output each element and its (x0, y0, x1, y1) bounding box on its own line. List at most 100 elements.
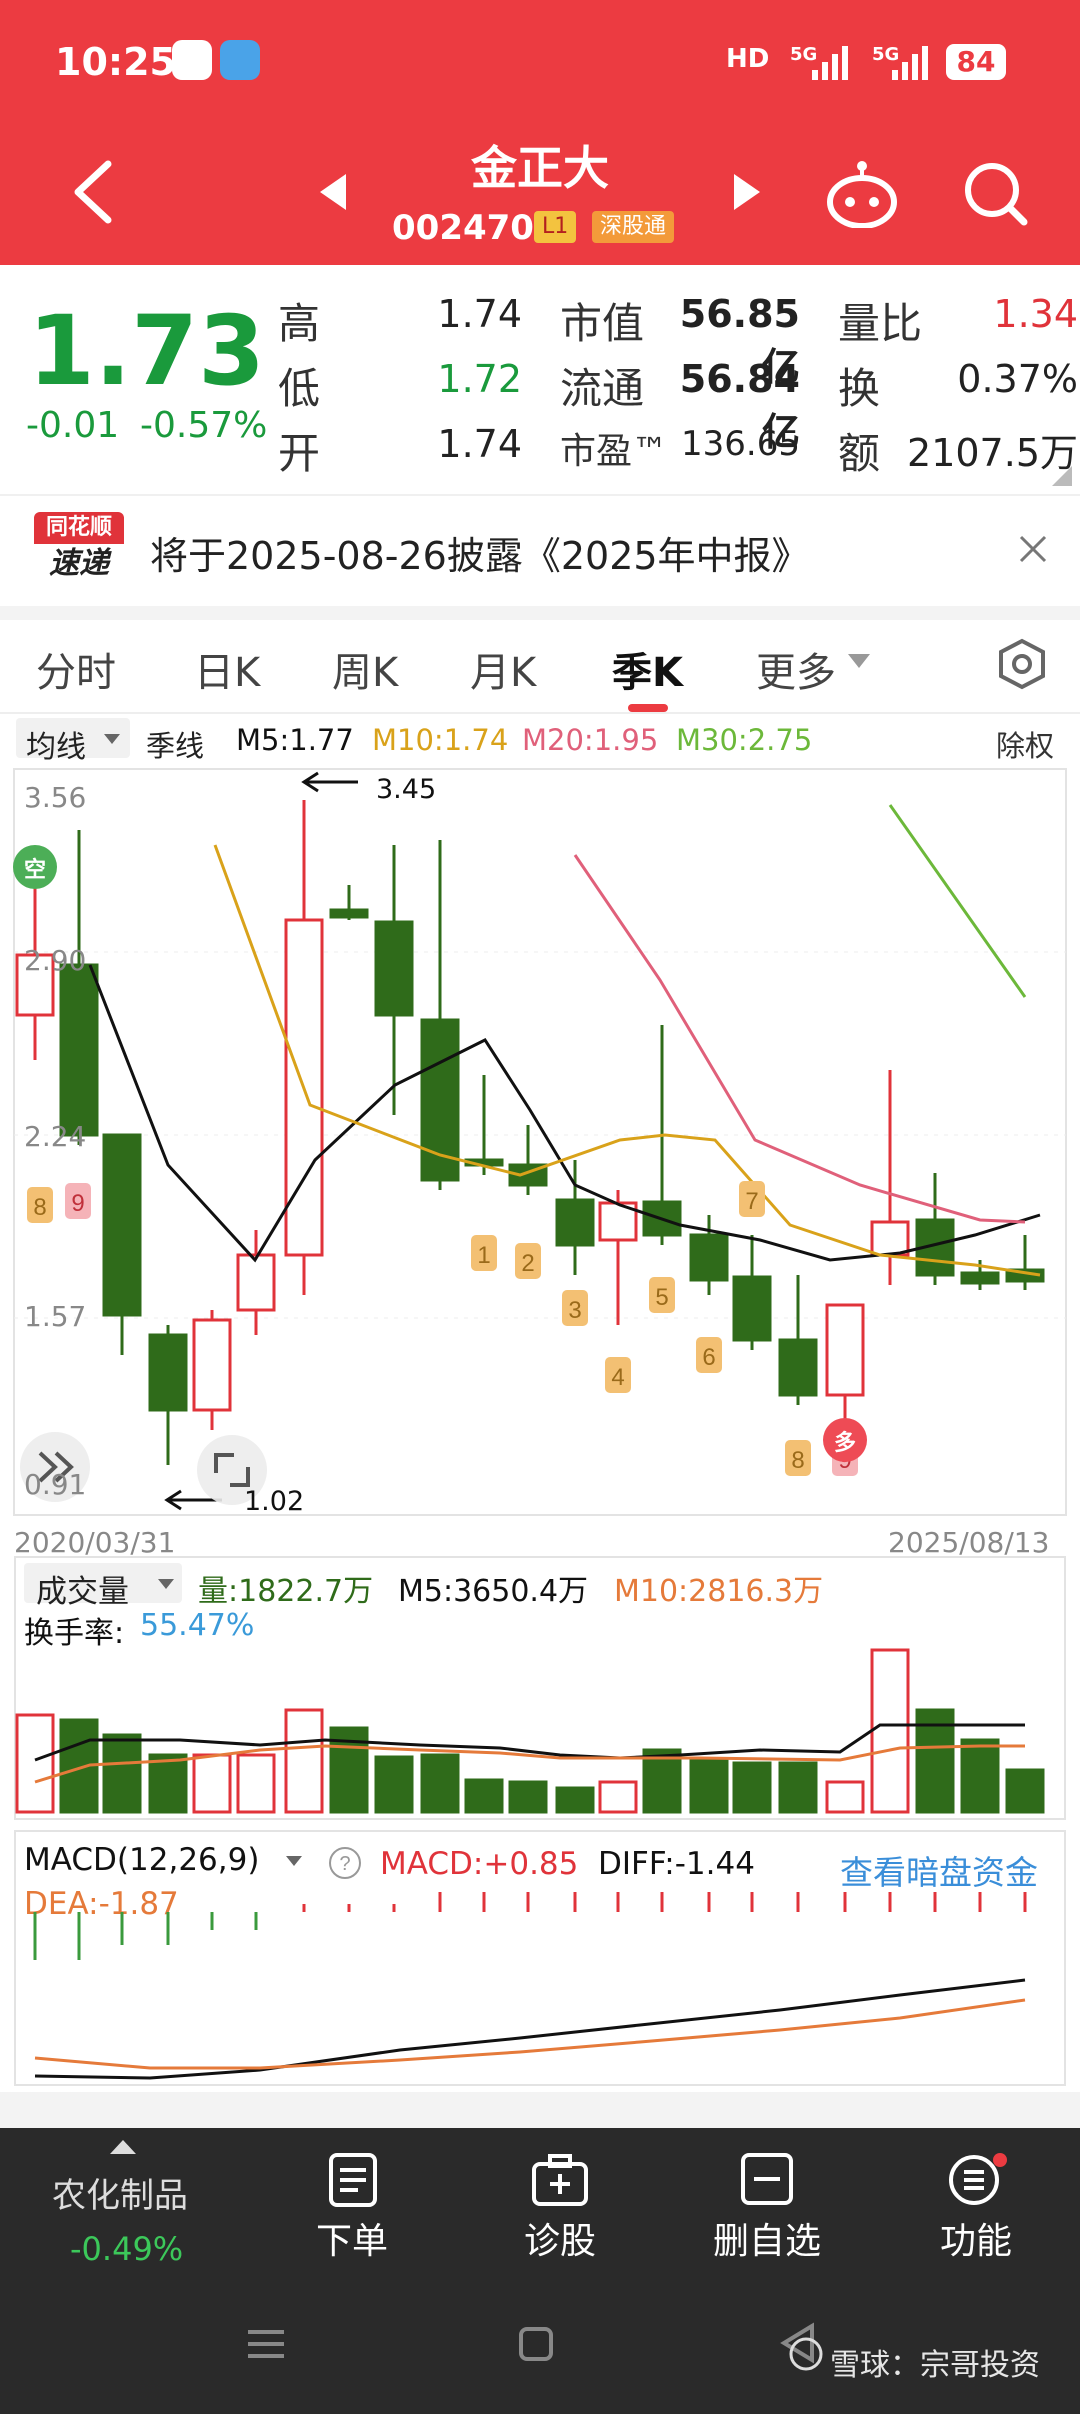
order-label[interactable]: 下单 (300, 2212, 404, 2264)
news-logo: 同花顺 速递 (34, 512, 124, 584)
high-annotation: 3.45 (376, 774, 437, 805)
news-logo-line2: 速递 (49, 546, 109, 581)
volume-bar (689, 1758, 729, 1814)
adjust-button[interactable]: 除权 (996, 723, 1054, 765)
divider (0, 712, 1080, 714)
volume-bar (102, 1733, 142, 1814)
y-label-top: 3.56 (24, 781, 87, 814)
remove-watchlist-icon[interactable] (740, 2152, 794, 2206)
close-icon[interactable] (1018, 534, 1048, 564)
svg-text:3: 3 (568, 1297, 581, 1324)
current-price: 1.73 (28, 295, 265, 407)
low-annotation: 1.02 (244, 1486, 305, 1517)
expand-corner-icon[interactable] (1052, 466, 1072, 486)
svg-text:6: 6 (702, 1344, 715, 1371)
sequence-badge: 6 (696, 1337, 722, 1373)
news-logo-line1: 同花顺 (34, 512, 124, 544)
order-icon[interactable] (326, 2152, 380, 2208)
candle-body (59, 963, 99, 1137)
sequence-badge: 8 (785, 1440, 811, 1476)
robot-assistant-icon[interactable] (826, 158, 898, 228)
market-tag: 深股通 (592, 211, 675, 243)
level-tag: L1 (534, 211, 577, 243)
home-icon[interactable] (518, 2326, 554, 2362)
candle-body (870, 1220, 910, 1257)
date-start: 2020/03/31 (14, 1526, 176, 1559)
svg-text:8: 8 (791, 1447, 804, 1474)
diagnose-label[interactable]: 诊股 (508, 2212, 612, 2264)
diff-line (34, 1978, 1026, 2080)
volume-ratio-value: 1.34 (993, 292, 1078, 336)
stock-name: 金正大 (471, 141, 609, 195)
svg-text:2: 2 (521, 1250, 534, 1277)
amount-label: 额 (838, 429, 881, 478)
active-tab-indicator (628, 704, 668, 712)
svg-text:7: 7 (745, 1188, 758, 1215)
volume-bar (374, 1755, 414, 1814)
next-stock-icon[interactable] (732, 172, 762, 212)
volume-bar (284, 1708, 324, 1814)
ma20-line (573, 854, 1026, 1224)
candle-body (825, 1303, 865, 1397)
sequence-badge: 3 (562, 1290, 588, 1326)
tab-weekly-k[interactable]: 周K (332, 640, 398, 698)
tab-quarterly-k[interactable]: 季K (612, 640, 683, 698)
candle-body (960, 1271, 1000, 1285)
low-value: 1.72 (437, 357, 522, 401)
kline-chart[interactable]: 89123456789 (0, 765, 1080, 1525)
volume-bar (508, 1780, 548, 1814)
stock-code: 002470 (392, 208, 534, 248)
section-gap (0, 606, 1080, 620)
volume-bar (960, 1738, 1000, 1814)
menu-function-icon[interactable] (948, 2152, 1008, 2208)
candle-body (329, 908, 369, 919)
open-value: 1.74 (437, 422, 522, 466)
watermark-text: 雪球：宗哥投资 (830, 2348, 1040, 2383)
ma-type-selector[interactable]: 均线 (16, 718, 130, 765)
ma30-value: M30:2.75 (676, 723, 813, 757)
watermark-logo-icon (789, 2337, 823, 2371)
dea-line (34, 1998, 1026, 2070)
chevron-down-icon (848, 654, 870, 668)
ma5-value: M5:1.77 (236, 723, 354, 757)
volume-bar (598, 1780, 638, 1814)
ma20-value: M20:1.95 (522, 723, 659, 757)
tab-fenshi[interactable]: 分时 (36, 640, 116, 698)
recent-apps-icon[interactable] (246, 2326, 286, 2362)
diagnose-icon[interactable] (530, 2152, 590, 2208)
search-icon[interactable] (962, 160, 1028, 226)
y-label-4: 1.57 (24, 1300, 87, 1333)
svg-text:9: 9 (71, 1190, 84, 1217)
macd-chart (33, 1892, 1027, 2080)
pe-label: 市盈™ (560, 431, 669, 472)
tab-more[interactable]: 更多 (756, 640, 836, 698)
svg-text:1: 1 (477, 1242, 490, 1269)
tab-daily-k[interactable]: 日K (194, 640, 260, 698)
signal-1-icon (812, 46, 848, 80)
remove-watchlist-label[interactable]: 删自选 (700, 2212, 834, 2264)
divider (0, 494, 1080, 496)
turnover-value: 0.37% (957, 357, 1078, 401)
period-label: 季线 (146, 729, 205, 763)
candle-body (192, 1318, 232, 1412)
notice-text[interactable]: 将于2025-08-26披露《2025年中报》 (150, 525, 810, 580)
app-header: 10:25 HD 5G 5G 84 金正大 002470 L1 深股通 (0, 0, 1080, 265)
svg-text:5: 5 (655, 1284, 668, 1311)
caret-up-icon[interactable] (110, 2138, 136, 2154)
volume-bar (148, 1753, 188, 1814)
volume-bar (1005, 1768, 1045, 1814)
settings-hex-icon[interactable] (996, 638, 1048, 690)
volume-bar (464, 1778, 504, 1814)
tab-monthly-k[interactable]: 月K (470, 640, 536, 698)
svg-text:8: 8 (33, 1194, 46, 1221)
ma30-line (888, 804, 1027, 998)
candle-body (102, 1133, 142, 1317)
avatar-app-icon (172, 40, 212, 80)
candle-body (148, 1333, 188, 1412)
sector-name[interactable]: 农化制品 (52, 2168, 188, 2217)
candle-body (374, 920, 414, 1017)
volume-bar (825, 1780, 865, 1814)
function-label[interactable]: 功能 (924, 2212, 1028, 2264)
sequence-badge: 8 (27, 1187, 53, 1223)
volume-bar (778, 1761, 818, 1814)
